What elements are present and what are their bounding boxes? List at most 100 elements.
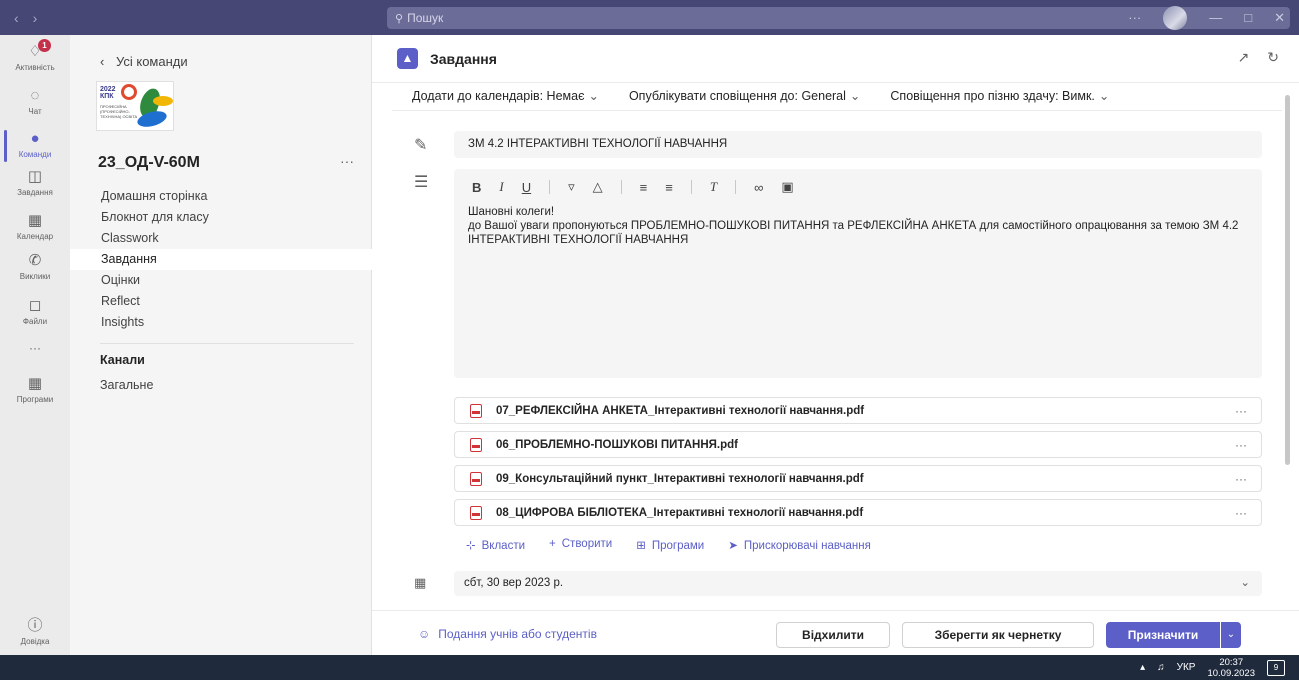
attachment-item[interactable]: 09_Консультаційний пункт_Інтерактивні те… bbox=[454, 465, 1262, 492]
back-arrow-icon[interactable]: ‹ bbox=[14, 10, 19, 26]
team-name: 23_ОД-V-60М bbox=[98, 154, 200, 171]
students-selector[interactable]: ☺ Подання учнів або студентів bbox=[418, 627, 597, 641]
team-nav-grades[interactable]: Оцінки bbox=[70, 270, 372, 291]
due-date-field[interactable]: сбт, 30 вер 2023 р. ⌄ bbox=[454, 571, 1262, 596]
calendar-icon: ▦ bbox=[27, 212, 43, 229]
channels-heading: Канали bbox=[100, 353, 145, 367]
rail-item-more[interactable]: ··· bbox=[0, 341, 70, 355]
rail-item-help[interactable]: ⓘ Довідка bbox=[0, 617, 70, 646]
clock-date: 10.09.2023 bbox=[1207, 667, 1255, 679]
language-indicator[interactable]: УКР bbox=[1177, 662, 1196, 673]
rail-item-apps[interactable]: ▦ Програми bbox=[0, 375, 70, 404]
attachment-list: 07_РЕФЛЕКСІЙНА АНКЕТА_Інтерактивні техно… bbox=[454, 397, 1262, 533]
attach-button[interactable]: ⊹ Вкласти bbox=[466, 538, 525, 552]
team-nav-list: Домашня сторінка Блокнот для класу Class… bbox=[70, 186, 372, 333]
more-options-icon[interactable]: ··· bbox=[1235, 404, 1247, 418]
notify-dropdown[interactable]: Опублікувати сповіщення до: General ⌄ bbox=[629, 88, 860, 103]
notification-icon[interactable]: 9 bbox=[1267, 659, 1285, 676]
assign-button[interactable]: Призначити bbox=[1106, 622, 1220, 648]
close-icon[interactable]: ✕ bbox=[1274, 10, 1285, 26]
attachment-item[interactable]: 07_РЕФЛЕКСІЙНА АНКЕТА_Інтерактивні техно… bbox=[454, 397, 1262, 424]
channel-general[interactable]: Загальне bbox=[100, 378, 153, 392]
file-icon: ◻ bbox=[28, 297, 42, 314]
expand-icon[interactable]: ↗ bbox=[1238, 49, 1250, 66]
page-title: Завдання bbox=[430, 51, 497, 67]
more-options-icon[interactable]: ··· bbox=[1235, 438, 1247, 452]
underline-icon[interactable]: U bbox=[522, 180, 531, 195]
phone-icon: ✆ bbox=[28, 252, 42, 269]
format-toolbar: B I U ▿ △ ≡ ≡ T ∞ ▣ bbox=[472, 179, 794, 195]
image-icon[interactable]: ▣ bbox=[781, 179, 793, 195]
apps-label: Програми bbox=[651, 540, 705, 552]
team-nav-notebook[interactable]: Блокнот для класу bbox=[70, 207, 372, 228]
link-icon[interactable]: ∞ bbox=[754, 180, 763, 195]
team-nav-classwork[interactable]: Classwork bbox=[70, 228, 372, 249]
rail-item-teams[interactable]: ● Команди bbox=[0, 130, 70, 162]
maximize-icon[interactable]: □ bbox=[1244, 10, 1252, 25]
help-icon: ⓘ bbox=[27, 617, 43, 634]
rail-item-assignments[interactable]: ◫ Завдання bbox=[0, 168, 70, 197]
clear-format-icon[interactable]: T bbox=[710, 179, 717, 195]
chevron-down-icon: ⌄ bbox=[849, 89, 861, 103]
forward-arrow-icon[interactable]: › bbox=[33, 10, 38, 26]
font-color-icon[interactable]: △ bbox=[593, 179, 603, 195]
highlight-icon[interactable]: ▿ bbox=[568, 179, 575, 195]
rail-item-label: Календар bbox=[16, 232, 54, 241]
more-options-icon[interactable]: ··· bbox=[1128, 10, 1141, 25]
rail-item-label: Виклики bbox=[19, 272, 51, 281]
late-notify-dropdown[interactable]: Сповіщення про пізню здачу: Вимк. ⌄ bbox=[890, 88, 1109, 103]
save-draft-button[interactable]: Зберегти як чернетку bbox=[902, 622, 1094, 648]
rail-item-files[interactable]: ◻ Файли bbox=[0, 297, 70, 326]
team-nav-assignments[interactable]: Завдання bbox=[70, 249, 372, 270]
team-nav-reflect[interactable]: Reflect bbox=[70, 291, 372, 312]
all-teams-link[interactable]: ‹ Усі команди bbox=[100, 54, 188, 69]
more-options-icon[interactable]: ··· bbox=[1235, 472, 1247, 486]
speaker-icon[interactable]: ♫ bbox=[1157, 662, 1165, 673]
logo-gear-shape bbox=[121, 84, 137, 100]
team-nav-home[interactable]: Домашня сторінка bbox=[70, 186, 372, 207]
rail-item-calendar[interactable]: ▦ Календар bbox=[0, 212, 70, 241]
instructions-icon: ☰ bbox=[414, 174, 429, 191]
rail-item-label: Команди bbox=[18, 150, 52, 159]
attachment-item[interactable]: 06_ПРОБЛЕМНО-ПОШУКОВІ ПИТАННЯ.pdf ··· bbox=[454, 431, 1262, 458]
create-button[interactable]: + Створити bbox=[549, 538, 612, 552]
team-nav-insights[interactable]: Insights bbox=[70, 312, 372, 333]
apps-icon: ⊞ bbox=[636, 540, 646, 552]
instructions-editor[interactable]: B I U ▿ △ ≡ ≡ T ∞ ▣ Шановні колеги! до В… bbox=[454, 169, 1262, 378]
assignment-options: Додати до календарів: Немає ⌄ Опублікуват… bbox=[412, 88, 1109, 103]
rail-item-activity[interactable]: ♢ 1 Активність bbox=[0, 39, 70, 72]
calendar-dropdown[interactable]: Додати до календарів: Немає ⌄ bbox=[412, 88, 599, 103]
decline-button[interactable]: Відхилити bbox=[776, 622, 890, 648]
attachment-name: 07_РЕФЛЕКСІЙНА АНКЕТА_Інтерактивні техно… bbox=[496, 404, 865, 417]
logo-year: 2022 bbox=[100, 86, 116, 93]
clock[interactable]: 20:37 10.09.2023 bbox=[1207, 657, 1255, 679]
minimize-icon[interactable]: — bbox=[1209, 10, 1222, 25]
avatar[interactable] bbox=[1163, 5, 1188, 30]
create-label: Створити bbox=[561, 538, 613, 550]
rail-item-calls[interactable]: ✆ Виклики bbox=[0, 252, 70, 281]
accelerators-button[interactable]: ➤ Прискорювачі навчання bbox=[728, 538, 871, 552]
calendar-dropdown-label: Додати до календарів: Немає bbox=[412, 89, 585, 103]
instructions-text[interactable]: Шановні колеги! до Вашої уваги пропонуют… bbox=[468, 205, 1248, 247]
clock-time: 20:37 bbox=[1219, 656, 1244, 668]
assign-options-button[interactable]: ⌄ bbox=[1221, 622, 1241, 648]
app-rail: ♢ 1 Активність ◌ Чат ● Команди ◫ Завданн… bbox=[0, 35, 70, 655]
scrollbar[interactable] bbox=[1285, 95, 1290, 465]
attachment-actions: ⊹ Вкласти + Створити ⊞ Програми ➤ Прискорюва… bbox=[466, 538, 871, 552]
numbered-list-icon[interactable]: ≡ bbox=[665, 180, 673, 195]
chevron-up-icon[interactable]: ▴ bbox=[1140, 662, 1145, 673]
team-more-icon[interactable]: ··· bbox=[340, 153, 354, 169]
bold-icon[interactable]: B bbox=[472, 180, 481, 195]
rail-item-chat[interactable]: ◌ Чат bbox=[0, 87, 70, 116]
refresh-icon[interactable]: ↻ bbox=[1267, 49, 1279, 66]
due-date-value: сбт, 30 вер 2023 р. bbox=[464, 577, 564, 589]
bullet-list-icon[interactable]: ≡ bbox=[640, 180, 648, 195]
window-controls: ··· — □ ✕ bbox=[1128, 0, 1285, 35]
apps-button[interactable]: ⊞ Програми bbox=[636, 538, 704, 552]
more-options-icon[interactable]: ··· bbox=[1235, 506, 1247, 520]
divider bbox=[100, 343, 354, 344]
attachment-item[interactable]: 08_ЦИФРОВА БІБЛІОТЕКА_Інтерактивні техно… bbox=[454, 499, 1262, 526]
assignment-title-input[interactable]: ЗМ 4.2 ІНТЕРАКТИВНІ ТЕХНОЛОГІЇ НАВЧАННЯ bbox=[454, 131, 1262, 158]
apps-icon: ▦ bbox=[27, 375, 43, 392]
italic-icon[interactable]: I bbox=[499, 179, 503, 195]
